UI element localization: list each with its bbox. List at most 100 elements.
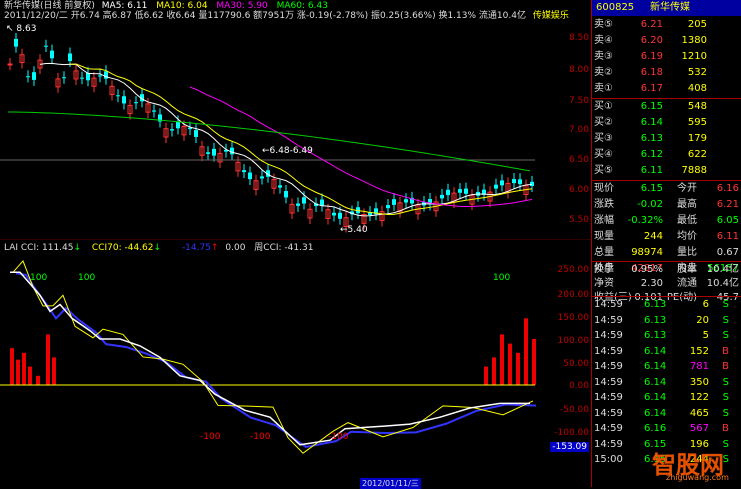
tick-price: 6.16 [644, 423, 667, 434]
low-annotation: ←5.40 [340, 225, 368, 235]
tick-row: 14:59 6.13 6 S [592, 297, 741, 313]
order-volume: 1380 [681, 35, 707, 46]
tick-time: 14:59 [594, 376, 623, 388]
quote-label: 今开 [677, 183, 697, 194]
quote-value: -0.32% [627, 215, 663, 226]
buy-order-row: 买⑤ 6.11 7888 [592, 163, 741, 179]
quote-value: 6.16 [716, 183, 739, 194]
tick-price: 6.13 [644, 299, 667, 310]
tick-time: 14:59 [594, 314, 623, 326]
tick-side: B [722, 423, 729, 434]
tick-volume: 567 [689, 423, 709, 434]
tick-time: 14:59 [594, 330, 623, 341]
tick-volume: 5 [702, 330, 709, 341]
quote-label: 总量 [594, 247, 614, 258]
order-price: 6.11 [640, 165, 663, 176]
quote-label: 最低 [677, 215, 697, 226]
order-volume: 595 [687, 117, 707, 128]
cci-tick: 250.00 [557, 265, 590, 275]
order-label: 卖④ [594, 35, 613, 46]
cci-current-value: -153.09 [550, 442, 589, 452]
buy-order-row: 买③ 6.13 179 [592, 131, 741, 147]
order-volume: 548 [687, 101, 707, 112]
tick-time: 14:59 [594, 299, 623, 310]
arrow-icon: ← [262, 146, 270, 156]
tick-volume: 20 [696, 314, 709, 326]
cci-mark-100: 100 [78, 273, 96, 283]
cci-mark-100: 100 [30, 273, 48, 283]
cci-tick: 150.00 [557, 313, 590, 323]
order-price: 6.19 [640, 51, 663, 62]
order-label: 卖② [594, 67, 613, 78]
tick-time: 14:59 [594, 361, 623, 372]
order-price: 6.18 [640, 67, 663, 78]
cci-mark-m100: -100 [200, 432, 221, 442]
quote-row: 总量 98974 量比 0.67 [592, 245, 741, 261]
tick-side: S [722, 330, 729, 341]
tick-time: 15:00 [594, 454, 623, 465]
tick-volume: 152 [689, 345, 709, 357]
kline-chart-area[interactable]: 新华传媒(日线 前复权) MA5: 6.11 MA10: 6.04 MA30: … [0, 0, 592, 489]
tick-row: 14:59 6.14 781 B [592, 359, 741, 375]
high-annotation: ↖ 8.63 [6, 24, 37, 34]
tick-time: 14:59 [594, 407, 623, 419]
quote-panel: 600825 新华传媒 卖⑤ 6.21 205 卖④ 6.20 1380 卖③ 6.19 121… [592, 0, 741, 487]
cci-mark-100: 100 [493, 273, 511, 283]
order-label: 买② [594, 117, 613, 128]
tick-volume: 781 [689, 361, 709, 372]
quote-row: 现量 244 均价 6.11 [592, 229, 741, 245]
arrow-icon: ↖ [6, 24, 14, 34]
tick-side: S [722, 299, 729, 310]
order-label: 买① [594, 101, 613, 112]
tick-price: 6.13 [644, 314, 667, 326]
order-volume: 7888 [681, 165, 707, 176]
order-volume: 532 [687, 67, 707, 78]
price-tick: 6.00 [568, 185, 589, 195]
tick-side: S [722, 392, 729, 403]
quote-value: 6.11 [716, 231, 739, 242]
tick-time: 14:59 [594, 345, 623, 357]
tick-row: 14:59 6.14 465 S [592, 406, 741, 422]
price-tick: 5.50 [568, 215, 589, 225]
buy-order-row: 买② 6.14 595 [592, 115, 741, 131]
order-label: 卖③ [594, 51, 613, 62]
tick-time: 14:59 [594, 392, 623, 403]
tick-price: 6.14 [644, 345, 667, 357]
quote-value: 6.21 [716, 199, 739, 210]
sell-order-row: 卖③ 6.19 1210 [592, 49, 741, 65]
cci-tick: 100.00 [557, 336, 590, 346]
tick-row: 14:59 6.14 122 S [592, 390, 741, 406]
tick-volume: 465 [689, 407, 709, 419]
order-label: 卖⑤ [594, 19, 613, 30]
quote-label: 量比 [677, 247, 697, 258]
quote-value: 98974 [631, 247, 663, 258]
cci-mark-m100: -100 [250, 432, 271, 442]
tick-row: 14:59 6.13 5 S [592, 328, 741, 344]
cci-tick: 0.00 [568, 381, 589, 391]
tick-price: 6.14 [644, 376, 667, 388]
order-volume: 408 [687, 83, 707, 94]
tick-volume: 6 [702, 299, 709, 310]
quote-value: 6.05 [716, 215, 739, 226]
stock-code-bar[interactable]: 600825 新华传媒 [592, 0, 741, 16]
order-label: 买③ [594, 133, 613, 144]
order-label: 买④ [594, 149, 613, 160]
date-cursor-label: 2012/01/11/三 [360, 478, 421, 489]
quote-label: 最高 [677, 199, 697, 210]
tick-row: 14:59 6.14 152 B [592, 344, 741, 360]
tick-volume: 350 [689, 376, 709, 388]
tick-time: 14:59 [594, 423, 623, 434]
price-tick: 7.50 [568, 96, 589, 106]
buy-order-row: 买④ 6.12 622 [592, 147, 741, 163]
buy-order-row: 买① 6.15 548 [592, 99, 741, 115]
quote-row: 涨幅 -0.32% 最低 6.05 [592, 213, 741, 229]
tick-side: B [722, 361, 729, 372]
quote-row: 现价 6.15 今开 6.16 [592, 181, 741, 197]
tick-price: 6.14 [644, 407, 667, 419]
price-chart[interactable] [0, 0, 592, 240]
quote-label: 现价 [594, 183, 614, 194]
tick-price: 6.13 [644, 330, 667, 341]
price-tick: 6.50 [568, 155, 589, 165]
cci-tick: -100.00 [554, 428, 589, 438]
cci-tick: 200.00 [557, 290, 590, 300]
